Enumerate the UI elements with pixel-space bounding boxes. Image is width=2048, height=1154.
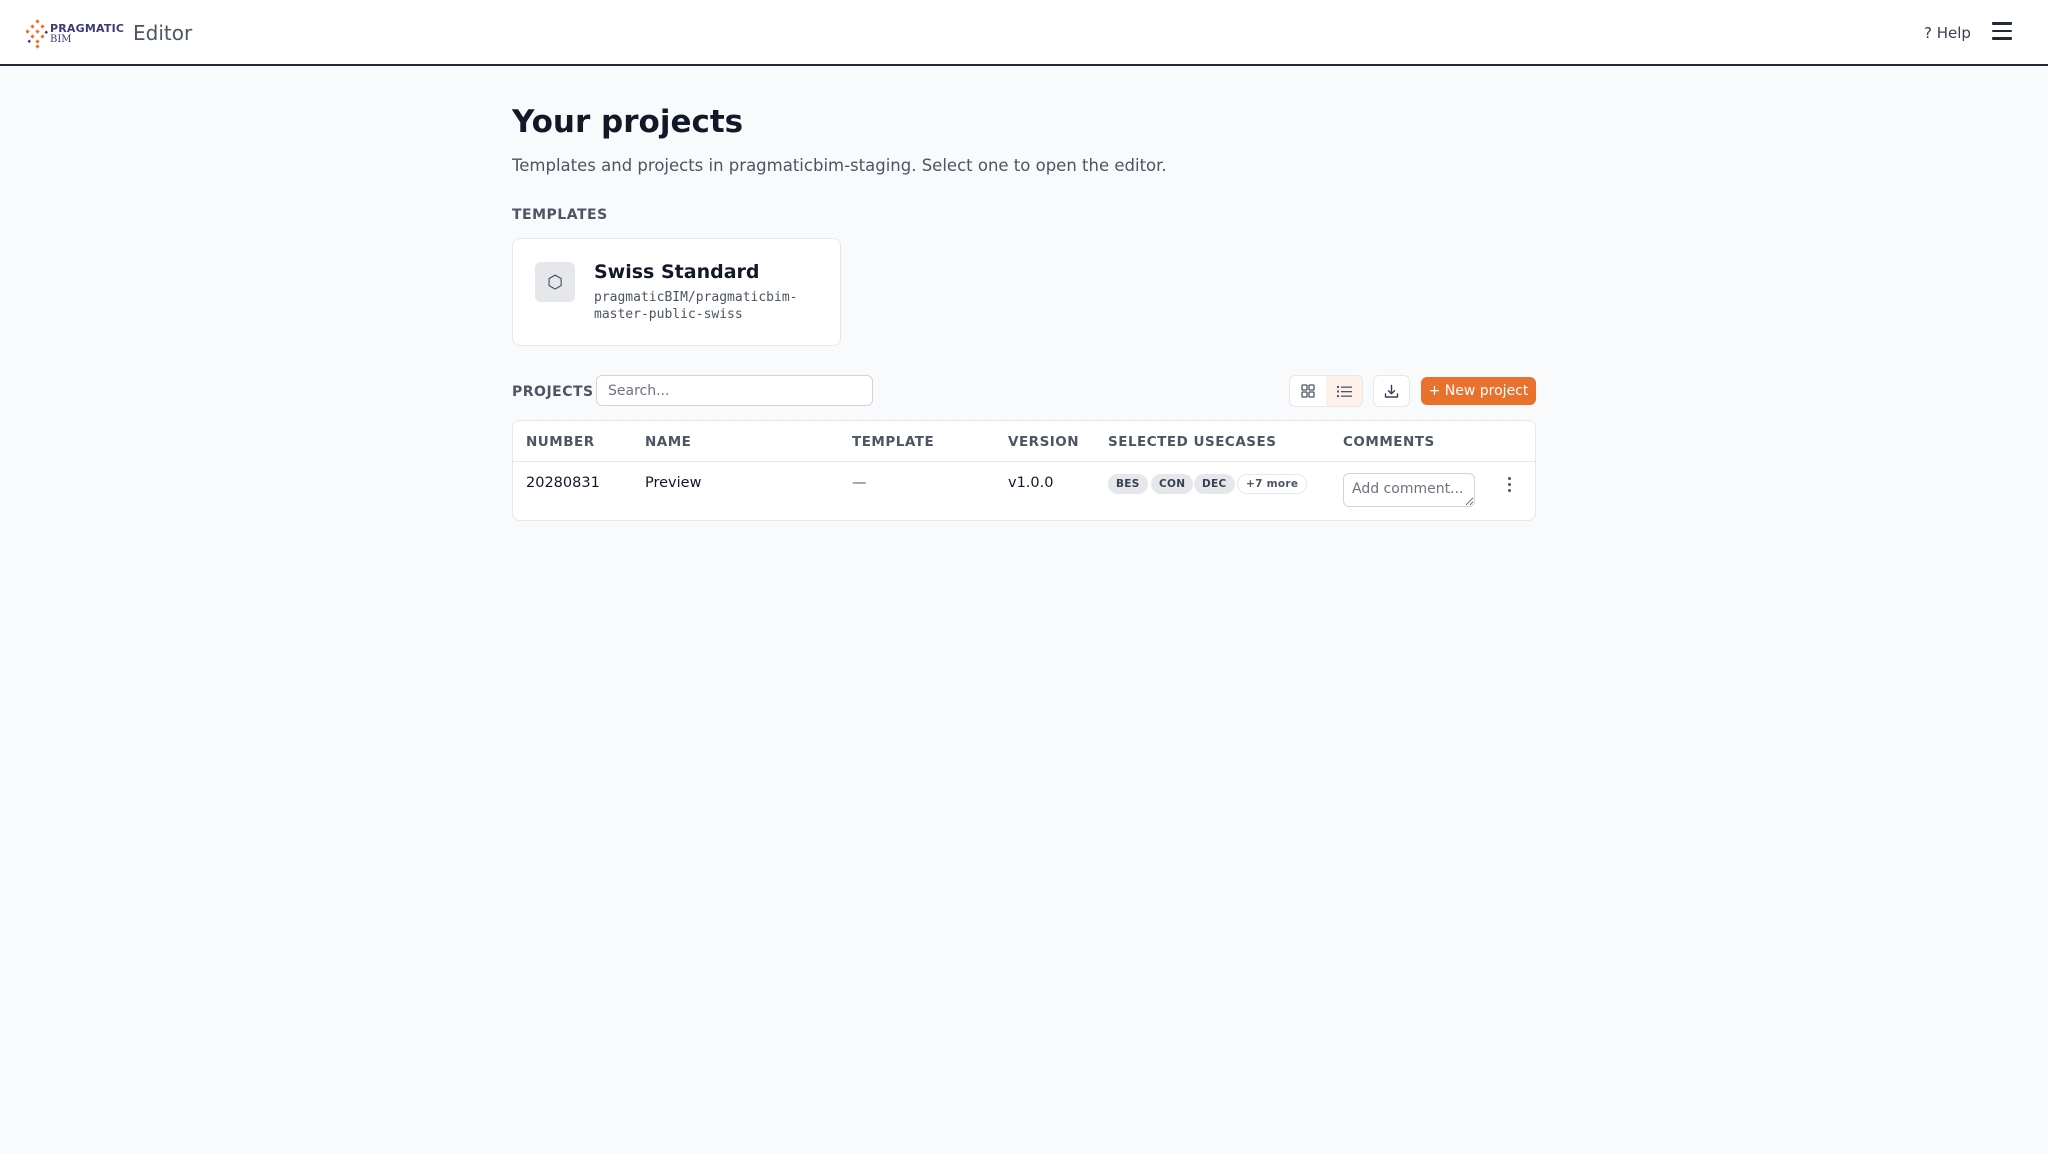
template-repo: pragmaticBIM/pragmaticbim-master-public-… [594,290,798,322]
column-header-version: VERSION [1008,434,1080,450]
templates-section-label: TEMPLATES [512,207,608,223]
column-header-comments: COMMENTS [1343,434,1435,450]
logo-mark-icon [26,19,49,49]
column-header-selected-usecases: SELECTED USECASES [1108,434,1277,450]
page-title: Your projects [512,104,744,140]
page-subtitle: Templates and projects in pragmaticbim-s… [512,156,1167,175]
search-input[interactable] [596,375,873,406]
list-icon [1336,385,1352,397]
view-toggle [1289,375,1363,407]
help-link[interactable]: ? Help [1924,24,1971,42]
grid-icon [1301,384,1315,398]
usecase-badge-con: CON [1151,474,1194,494]
usecase-badge-dec: DEC [1194,474,1235,494]
download-icon [1384,384,1399,398]
download-button[interactable] [1373,375,1410,407]
usecase-more-badge[interactable]: +7 more [1237,474,1308,494]
project-number: 20280831 [526,475,600,491]
template-card-swiss-standard[interactable]: ⬡ Swiss Standard pragmaticBIM/pragmaticb… [512,238,841,346]
grid-view-button[interactable] [1290,376,1326,406]
projects-table: NUMBER NAME TEMPLATE VERSION SELECTED US… [512,420,1536,521]
column-header-number: NUMBER [526,434,595,450]
projects-section-label: PROJECTS [512,384,594,400]
list-view-button[interactable] [1326,376,1362,406]
new-project-button[interactable]: + New project [1421,377,1536,405]
template-name: Swiss Standard [594,261,760,283]
project-name: Preview [645,475,702,491]
usecase-badge-bes: BES [1108,474,1148,494]
top-bar: PRAGMATIC BIM Editor ? Help [0,0,2048,66]
hexagon-icon: ⬡ [535,262,575,302]
app-title: Editor [133,21,193,45]
project-version: v1.0.0 [1008,475,1054,491]
row-actions-kebab-icon[interactable] [1503,477,1515,497]
comment-input[interactable] [1343,473,1475,507]
pragmatic-bim-logo[interactable]: PRAGMATIC BIM [26,18,124,50]
logo-text-bim: BIM [50,34,72,45]
table-header-divider [513,461,1535,462]
project-template: — [852,475,867,491]
column-header-template: TEMPLATE [852,434,935,450]
hamburger-menu-icon[interactable] [1992,22,2012,40]
column-header-name: NAME [645,434,692,450]
